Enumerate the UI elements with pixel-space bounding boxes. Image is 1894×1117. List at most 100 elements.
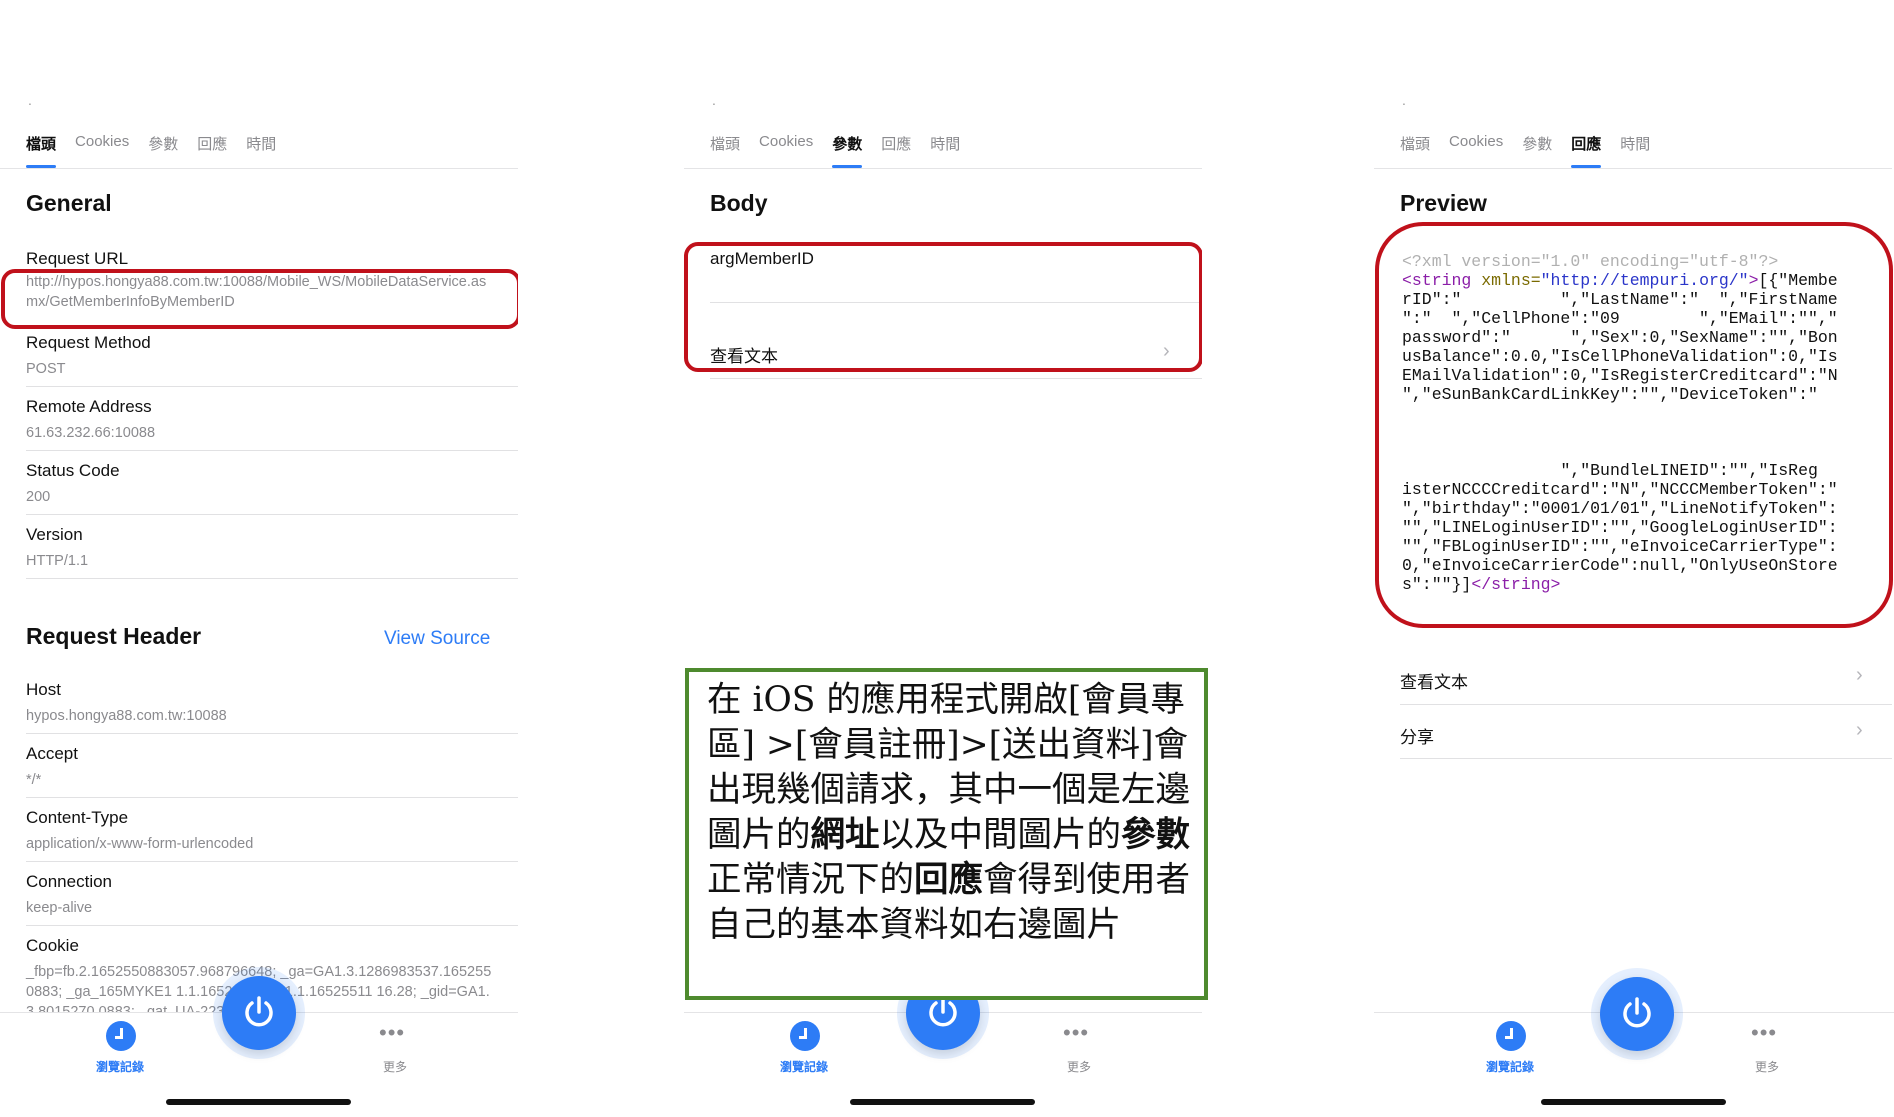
note-text: 正常情況下的: [707, 860, 914, 900]
more-icon[interactable]: •••: [379, 1020, 405, 1046]
home-indicator: [1541, 1099, 1726, 1105]
divider: [26, 733, 518, 734]
power-icon: [1623, 997, 1651, 1028]
annotation-note: 在 iOS 的應用程式開啟[會員專區] >[會員註冊]>[送出資料]會出現幾個請…: [685, 668, 1208, 1000]
note-bold-params: 參數: [1121, 815, 1190, 855]
more-icon[interactable]: •••: [1063, 1020, 1089, 1046]
tab-timing[interactable]: 時間: [246, 133, 276, 168]
tab-headers[interactable]: 檔頭: [26, 133, 57, 168]
row-value: application/x-www-form-urlencoded: [26, 836, 254, 852]
divider: [684, 168, 1202, 169]
highlight-box-url: [1, 269, 518, 329]
tab-cookies[interactable]: Cookies: [759, 133, 813, 168]
divider: [26, 450, 518, 451]
divider: [1400, 704, 1892, 705]
row-label: Accept: [26, 744, 78, 763]
divider: [26, 797, 518, 798]
section-title-general: General: [26, 190, 112, 216]
status-dot: .: [712, 92, 716, 108]
tab-bar: 檔頭 Cookies 參數 回應 時間: [710, 133, 960, 168]
home-indicator: [166, 1099, 351, 1105]
header-row-host[interactable]: Host hypos.hongya88.com.tw:10088: [26, 680, 518, 726]
row-remote-address[interactable]: Remote Address 61.63.232.66:10088: [26, 397, 518, 443]
divider: [1374, 168, 1892, 169]
section-title-body: Body: [710, 190, 768, 216]
header-row-accept[interactable]: Accept */*: [26, 744, 518, 790]
row-value: hypos.hongya88.com.tw:10088: [26, 708, 227, 724]
view-text-row[interactable]: 查看文本: [1400, 668, 1892, 693]
highlight-box-response: [1375, 222, 1893, 628]
tab-more-label[interactable]: 更多: [383, 1058, 407, 1075]
divider: [710, 378, 1202, 379]
tab-response[interactable]: 回應: [881, 133, 911, 168]
divider: [26, 386, 518, 387]
tab-more-label[interactable]: 更多: [1755, 1058, 1779, 1075]
power-button[interactable]: [222, 976, 296, 1050]
home-indicator: [850, 1099, 1035, 1105]
tab-params[interactable]: 參數: [1522, 133, 1552, 168]
tab-history-label[interactable]: 瀏覽記錄: [1486, 1058, 1534, 1075]
row-label: Content-Type: [26, 808, 129, 827]
tab-timing[interactable]: 時間: [1620, 133, 1650, 168]
row-value: HTTP/1.1: [26, 553, 89, 569]
row-label: Version: [26, 525, 83, 544]
divider: [26, 514, 518, 515]
section-title-request-header: Request Header: [26, 623, 202, 649]
tab-bar: 檔頭 Cookies 參數 回應 時間: [26, 133, 276, 168]
share-label: 分享: [1400, 728, 1434, 747]
chevron-right-icon: ›: [1856, 719, 1863, 741]
tab-headers[interactable]: 檔頭: [710, 133, 740, 168]
tab-params[interactable]: 參數: [148, 133, 178, 168]
tab-timing[interactable]: 時間: [930, 133, 960, 168]
status-dot: .: [1402, 92, 1406, 108]
row-request-method[interactable]: Request Method POST: [26, 333, 518, 379]
note-bold-url: 網址: [810, 815, 880, 855]
clock-icon[interactable]: [106, 1021, 136, 1051]
section-title-preview: Preview: [1400, 190, 1487, 216]
panel-headers: . 檔頭 Cookies 參數 回應 時間 General Request UR…: [0, 0, 518, 1117]
divider: [26, 925, 518, 926]
tab-cookies[interactable]: Cookies: [1449, 133, 1503, 168]
more-icon[interactable]: •••: [1751, 1020, 1777, 1046]
divider: [26, 861, 518, 862]
row-label: Remote Address: [26, 397, 152, 416]
view-text-label: 查看文本: [1400, 673, 1468, 692]
tab-response[interactable]: 回應: [197, 133, 227, 168]
chevron-right-icon: ›: [1856, 664, 1863, 686]
view-source-button[interactable]: View Source: [384, 628, 490, 650]
tab-history-label[interactable]: 瀏覽記錄: [780, 1058, 828, 1075]
power-button[interactable]: [1600, 977, 1674, 1051]
row-version[interactable]: Version HTTP/1.1: [26, 525, 518, 571]
header-row-content-type[interactable]: Content-Type application/x-www-form-urle…: [26, 808, 518, 854]
row-label: Host: [26, 680, 61, 699]
row-value: 61.63.232.66:10088: [26, 425, 156, 441]
divider: [26, 578, 518, 579]
row-value: */*: [26, 772, 42, 788]
row-label: Request Method: [26, 333, 151, 352]
note-text: 以及中間圖片的: [879, 815, 1122, 855]
tab-response[interactable]: 回應: [1571, 133, 1602, 168]
header-row-connection[interactable]: Connection keep-alive: [26, 872, 518, 918]
tab-params[interactable]: 參數: [832, 133, 863, 168]
clock-icon[interactable]: [1496, 1021, 1526, 1051]
row-label: Connection: [26, 872, 113, 891]
panel-response: . 檔頭 Cookies 參數 回應 時間 Preview <?xml vers…: [1374, 0, 1894, 1117]
row-label: Request URL: [26, 249, 129, 268]
note-bold-response: 回應: [914, 860, 983, 900]
tab-cookies[interactable]: Cookies: [75, 133, 129, 168]
row-value: 200: [26, 489, 51, 505]
tab-bar: 檔頭 Cookies 參數 回應 時間: [1400, 133, 1650, 168]
share-row[interactable]: 分享: [1400, 723, 1892, 748]
highlight-box-params: [684, 242, 1202, 372]
row-label: Status Code: [26, 461, 120, 480]
row-label: Cookie: [26, 936, 79, 955]
status-dot: .: [28, 92, 32, 108]
row-value: keep-alive: [26, 900, 93, 916]
tab-headers[interactable]: 檔頭: [1400, 133, 1430, 168]
tab-more-label[interactable]: 更多: [1067, 1058, 1091, 1075]
divider: [1400, 758, 1892, 759]
clock-icon[interactable]: [790, 1021, 820, 1051]
tab-history-label[interactable]: 瀏覽記錄: [96, 1058, 144, 1075]
row-status-code[interactable]: Status Code 200: [26, 461, 518, 507]
row-value: POST: [26, 361, 66, 377]
